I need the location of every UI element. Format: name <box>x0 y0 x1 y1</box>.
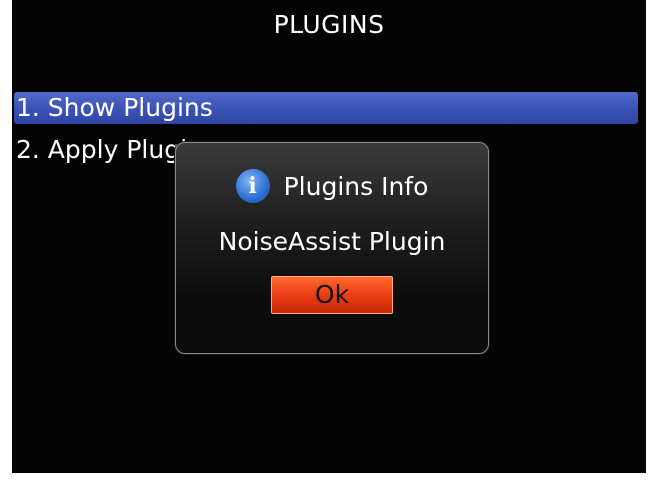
plugins-info-dialog: i Plugins Info NoiseAssist Plugin Ok <box>175 142 489 354</box>
dialog-title: Plugins Info <box>283 171 429 201</box>
page-title: PLUGINS <box>273 10 385 39</box>
ok-button[interactable]: Ok <box>271 276 393 314</box>
menu-item-show-plugins[interactable]: 1. Show Plugins <box>14 92 638 124</box>
device-screen: PLUGINS 1. Show Plugins 2. Apply Plugin … <box>12 0 646 473</box>
info-icon: i <box>235 169 270 203</box>
dialog-message: NoiseAssist Plugin <box>218 227 446 256</box>
dialog-header: i Plugins Info <box>176 169 488 203</box>
